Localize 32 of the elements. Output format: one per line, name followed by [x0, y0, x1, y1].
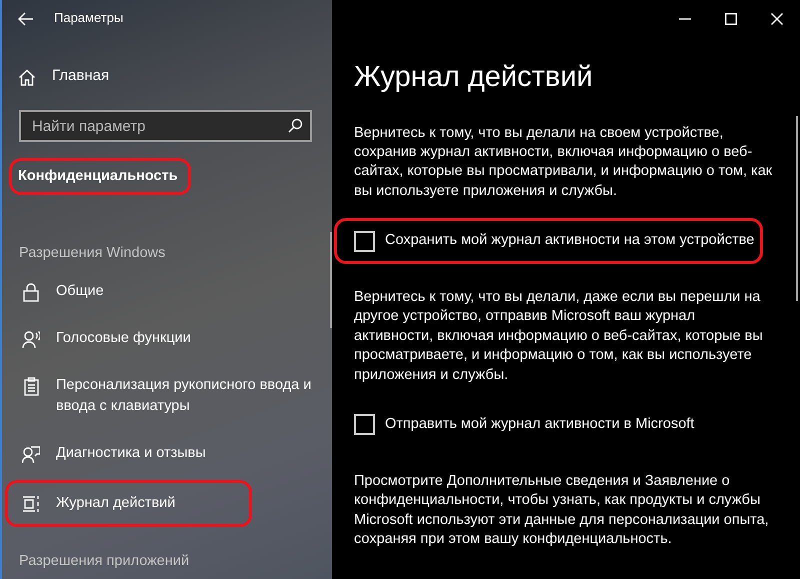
page-title: Журнал действий — [354, 60, 594, 95]
checkbox-label[interactable]: Отправить мой журнал активности в Microsoft — [385, 414, 694, 436]
sidebar-item[interactable]: Общие — [56, 280, 104, 302]
lock-icon — [22, 282, 40, 302]
scroll-thumb[interactable] — [330, 232, 332, 328]
window-title: Параметры — [54, 9, 124, 28]
minimize-icon — [679, 18, 691, 20]
checkbox[interactable] — [354, 414, 375, 436]
sidebar-item[interactable]: Журнал действий — [56, 492, 176, 514]
person-feedback-icon — [22, 444, 40, 464]
home-link[interactable]: Главная — [52, 64, 110, 88]
clipboard-icon — [22, 376, 40, 396]
section-heading: Разрешения приложений — [18, 552, 190, 571]
checkbox[interactable] — [354, 230, 375, 252]
close-icon — [771, 13, 783, 25]
back-arrow-icon[interactable] — [18, 12, 34, 26]
sidebar-item[interactable]: Голосовые функции — [56, 328, 191, 349]
paragraph: Вернитесь к тому, что вы делали на своем устройстве, сохранив журнал активности, включая информацию о веб-сайтах, которые вы просматривали, и информацию о том, как вы используете приложения и службы. — [354, 124, 774, 201]
sidebar-item[interactable]: Персонализация рукописного ввода и ввода с клавиатуры — [56, 374, 319, 417]
checkbox-label[interactable]: Сохранить мой журнал активности на этом устройстве — [385, 230, 754, 252]
timeline-icon — [22, 494, 40, 514]
paragraph: Просмотрите Дополнительные сведения и Заявление о конфиденциальности, чтобы узнать, как продукты и службы Microsoft используют эти данные для персонализации опыта, сохраняя при этом вашу конфиденциальность. — [354, 472, 770, 550]
category-heading: Конфиденциальность — [18, 168, 178, 184]
home-icon[interactable] — [18, 68, 36, 86]
maximize-icon — [725, 13, 737, 25]
person-sound-icon — [22, 330, 40, 349]
search-icon[interactable] — [288, 118, 303, 133]
search-field[interactable]: Найти параметр — [19, 110, 312, 142]
paragraph: Вернитесь к тому, что вы делали, даже если вы перешли на другое устройство, отправив Microsoft ваш журнал активности, включая информацию о веб-сайтах, которые вы просматриваете, и информацию о том, как вы используете приложения и службы. — [354, 288, 764, 385]
scroll-thumb[interactable] — [796, 116, 798, 301]
sidebar-item[interactable]: Диагностика и отзывы — [56, 442, 206, 464]
section-heading: Разрешения Windows — [18, 244, 166, 263]
